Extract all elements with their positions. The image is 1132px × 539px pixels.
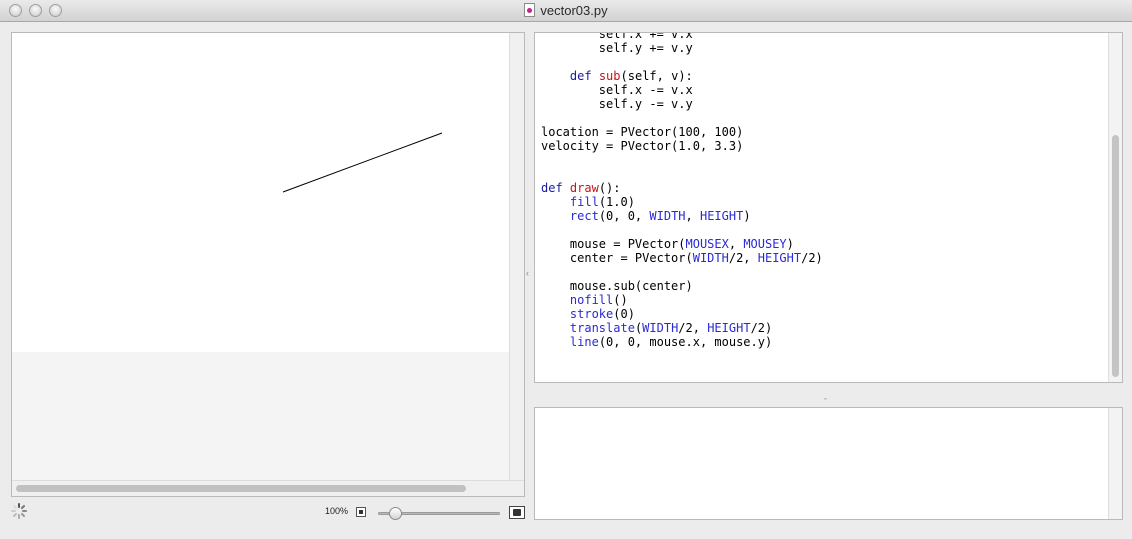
code-token: rect <box>569 209 599 223</box>
code-token: , <box>728 237 744 251</box>
zoom-out-icon[interactable] <box>356 507 366 517</box>
title-bar: vector03.py <box>0 0 1132 22</box>
code-line[interactable]: translate(WIDTH/2, HEIGHT/2) <box>541 321 823 335</box>
code-token: MOUSEY <box>743 237 787 251</box>
code-line[interactable]: def draw(): <box>541 181 823 195</box>
code-token: /2) <box>801 251 823 265</box>
progress-spinner-icon <box>11 503 27 519</box>
code-line[interactable]: ​ <box>541 153 823 167</box>
vertical-split-handle-icon[interactable]: ‹ <box>526 268 529 278</box>
console-vertical-scrollbar[interactable] <box>1108 408 1122 519</box>
code-line[interactable]: self.x += v.x <box>541 32 823 41</box>
code-token: def <box>541 181 563 195</box>
drawing-canvas[interactable] <box>12 33 509 352</box>
output-console[interactable] <box>534 407 1123 520</box>
code-token: mouse.sub(center) <box>541 279 693 293</box>
code-text[interactable]: self.x += v.x self.y += v.y​ def sub(sel… <box>541 32 823 349</box>
canvas-drawing <box>282 132 443 193</box>
code-token: draw <box>569 181 599 195</box>
code-token: (self, v): <box>620 69 693 83</box>
editor-scroll-thumb[interactable] <box>1112 135 1119 377</box>
code-token: (1.0) <box>598 195 635 209</box>
editor-vertical-scrollbar[interactable] <box>1108 33 1122 382</box>
code-token: (0) <box>613 307 635 321</box>
code-line[interactable]: ​ <box>541 167 823 181</box>
code-token: fill <box>569 195 599 209</box>
code-token: (): <box>598 181 621 195</box>
code-token: ) <box>786 237 794 251</box>
code-line[interactable]: self.y += v.y <box>541 41 823 55</box>
window-title: vector03.py <box>540 3 608 18</box>
code-token: MOUSEX <box>685 237 729 251</box>
zoom-level-label: 100% <box>325 506 349 516</box>
code-line[interactable]: velocity = PVector(1.0, 3.3) <box>541 139 823 153</box>
code-token: (0, 0, <box>598 209 650 223</box>
code-token: self.x += v.x <box>541 32 693 41</box>
canvas-horizontal-scroll-thumb[interactable] <box>16 485 466 492</box>
zoom-in-icon[interactable] <box>509 506 525 519</box>
code-token: self.y += v.y <box>541 41 693 55</box>
code-line[interactable]: line(0, 0, mouse.x, mouse.y) <box>541 335 823 349</box>
code-token: center = PVector( <box>541 251 693 265</box>
code-line[interactable]: def sub(self, v): <box>541 69 823 83</box>
code-line[interactable]: location = PVector(100, 100) <box>541 125 823 139</box>
code-token: (0, 0, mouse.x, mouse.y) <box>598 335 773 349</box>
canvas-view[interactable] <box>11 32 525 497</box>
code-token: , <box>685 209 700 223</box>
code-token: /2, <box>678 321 708 335</box>
code-token: self.y -= v.y <box>541 97 693 111</box>
code-token: /2) <box>750 321 773 335</box>
canvas-vertical-scrollbar[interactable] <box>509 33 524 481</box>
code-line[interactable]: stroke(0) <box>541 307 823 321</box>
code-token: nofill <box>569 293 614 307</box>
code-token: () <box>613 293 628 307</box>
horizontal-split-handle-icon[interactable]: ˆ <box>824 397 827 407</box>
zoom-slider-knob[interactable] <box>388 507 402 520</box>
python-file-icon <box>524 3 536 17</box>
canvas-horizontal-scrollbar[interactable] <box>12 480 524 496</box>
code-line[interactable]: ​ <box>541 111 823 125</box>
code-token: velocity = PVector(1.0, 3.3) <box>541 139 744 153</box>
code-line[interactable]: self.y -= v.y <box>541 97 823 111</box>
code-line[interactable]: rect(0, 0, WIDTH, HEIGHT) <box>541 209 823 223</box>
code-token: HEIGHT <box>707 321 751 335</box>
code-token: self.x -= v.x <box>541 83 693 97</box>
code-line[interactable]: ​ <box>541 223 823 237</box>
code-line[interactable]: ​ <box>541 265 823 279</box>
code-line[interactable]: mouse = PVector(MOUSEX, MOUSEY) <box>541 237 823 251</box>
code-token: /2, <box>728 251 758 265</box>
code-token: HEIGHT <box>757 251 802 265</box>
code-token: WIDTH <box>642 321 679 335</box>
code-line[interactable]: fill(1.0) <box>541 195 823 209</box>
code-line[interactable]: center = PVector(WIDTH/2, HEIGHT/2) <box>541 251 823 265</box>
code-line[interactable]: mouse.sub(center) <box>541 279 823 293</box>
code-token: def <box>569 69 592 83</box>
code-token: WIDTH <box>692 251 729 265</box>
code-line[interactable]: self.x -= v.x <box>541 83 823 97</box>
code-token: line <box>569 335 599 349</box>
code-token: location = PVector(100, 100) <box>541 125 744 139</box>
code-editor[interactable]: self.x += v.x self.y += v.y​ def sub(sel… <box>534 32 1123 383</box>
code-token: ) <box>743 209 751 223</box>
drawn-line <box>282 132 443 193</box>
code-token: mouse = PVector( <box>541 237 686 251</box>
code-token: HEIGHT <box>699 209 744 223</box>
window-title-wrap: vector03.py <box>0 3 1132 19</box>
code-token: WIDTH <box>649 209 686 223</box>
code-line[interactable]: nofill() <box>541 293 823 307</box>
code-token: translate <box>569 321 635 335</box>
code-token: sub <box>598 69 621 83</box>
code-token: stroke <box>569 307 614 321</box>
code-line[interactable]: ​ <box>541 55 823 69</box>
